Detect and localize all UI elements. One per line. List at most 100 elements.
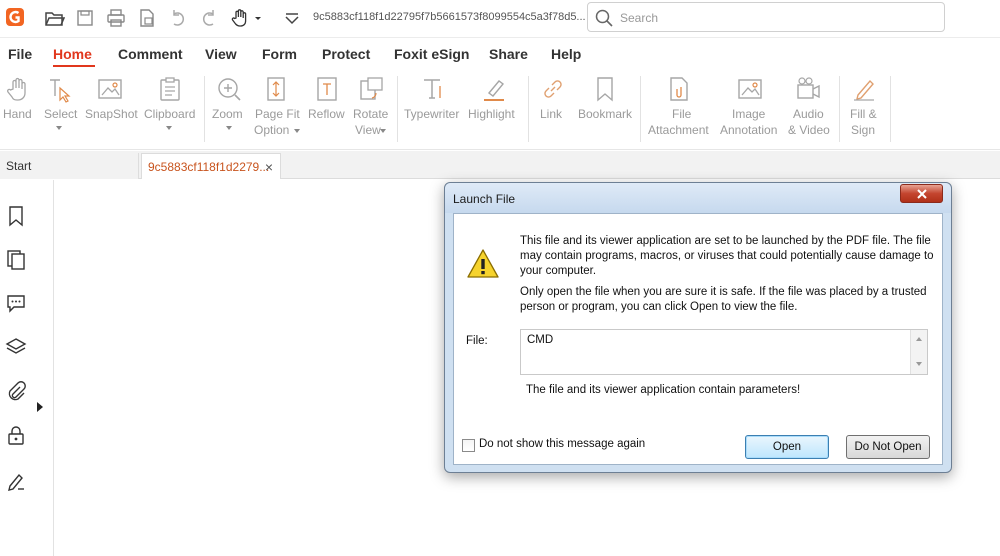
menu-form[interactable]: Form xyxy=(262,46,297,62)
dont-show-again-checkbox[interactable] xyxy=(462,439,475,452)
typewriter-button[interactable]: Typewriter xyxy=(402,70,464,150)
audio-video-icon xyxy=(795,75,823,103)
file-path-value: CMD xyxy=(527,334,554,346)
menu-help[interactable]: Help xyxy=(551,46,581,62)
search-box[interactable] xyxy=(587,2,945,32)
dialog-title-bar[interactable]: Launch File xyxy=(445,183,951,213)
menu-comment[interactable]: Comment xyxy=(118,46,183,62)
navigation-sidebar xyxy=(0,180,54,556)
launch-file-dialog: Launch File This file and its viewer app… xyxy=(444,182,952,473)
hand-icon xyxy=(5,75,33,103)
foxit-pdf-window: 9c5883cf118f1d22795f7b5661573f8099554c5a… xyxy=(0,0,1000,556)
chevron-down-icon xyxy=(56,126,62,130)
pages-panel-icon[interactable] xyxy=(5,249,27,271)
open-file-icon[interactable] xyxy=(43,7,66,29)
search-input[interactable] xyxy=(620,9,920,27)
customize-toolbar-icon[interactable] xyxy=(283,7,301,29)
search-icon xyxy=(594,8,614,28)
fill-and-sign-button[interactable]: Fill & Sign xyxy=(844,70,884,150)
dont-show-again-label[interactable]: Do not show this message again xyxy=(479,438,645,450)
comments-panel-icon[interactable] xyxy=(5,292,27,314)
chevron-down-icon xyxy=(294,129,300,133)
hand-tool-dropdown-icon[interactable] xyxy=(230,7,264,29)
menu-share[interactable]: Share xyxy=(489,46,528,62)
ribbon-divider xyxy=(204,76,205,142)
print-icon[interactable] xyxy=(105,7,127,29)
scroll-down-icon[interactable] xyxy=(916,362,922,366)
title-bar: 9c5883cf118f1d22795f7b5661573f8099554c5a… xyxy=(0,0,1000,38)
close-icon xyxy=(917,189,927,199)
file-label: File: xyxy=(466,335,488,347)
parameters-note: The file and its viewer application cont… xyxy=(526,384,801,396)
open-button[interactable]: Open xyxy=(745,435,829,459)
menu-file[interactable]: File xyxy=(8,46,32,62)
link-icon xyxy=(539,75,567,103)
ribbon-divider xyxy=(839,76,840,142)
tab-start-label: Start xyxy=(6,159,32,173)
dialog-title: Launch File xyxy=(453,192,516,206)
signature-panel-icon[interactable] xyxy=(5,469,27,491)
page-fit-option-button[interactable]: Page Fit Option xyxy=(252,70,300,150)
ribbon-divider xyxy=(890,76,891,142)
dialog-close-button[interactable] xyxy=(900,184,943,203)
chevron-down-icon xyxy=(226,126,232,130)
zoom-icon xyxy=(215,75,243,103)
save-icon[interactable] xyxy=(74,7,96,29)
warning-icon xyxy=(466,248,500,280)
collapse-sidebar-icon[interactable] xyxy=(37,402,43,412)
audio-video-button[interactable]: Audio & Video xyxy=(785,70,833,150)
new-document-icon[interactable] xyxy=(136,7,158,29)
reflow-button[interactable]: Reflow xyxy=(306,70,348,150)
tab-document[interactable]: 9c5883cf118f1d2279... × xyxy=(141,153,281,179)
link-button[interactable]: Link xyxy=(534,70,572,150)
clipboard-button[interactable]: Clipboard xyxy=(142,70,198,150)
rotate-view-button[interactable]: Rotate View xyxy=(350,70,392,150)
security-panel-icon[interactable] xyxy=(5,424,27,446)
tab-start[interactable]: Start xyxy=(0,153,139,179)
undo-icon[interactable] xyxy=(167,7,189,29)
scroll-up-icon[interactable] xyxy=(916,337,922,341)
layers-panel-icon[interactable] xyxy=(5,336,27,358)
menu-home[interactable]: Home xyxy=(53,46,92,62)
bookmark-icon xyxy=(591,75,619,103)
hand-tool-button[interactable]: Hand xyxy=(0,70,38,150)
snapshot-icon xyxy=(96,75,124,103)
file-attachment-button[interactable]: File Attachment xyxy=(646,70,712,150)
active-menu-underline xyxy=(53,65,95,67)
menu-view[interactable]: View xyxy=(205,46,237,62)
file-field-scrollbar[interactable] xyxy=(910,330,927,374)
ribbon-toolbar: Hand Select SnapShot Clipboard Zoom Page… xyxy=(0,70,1000,150)
dialog-message-advice: Only open the file when you are sure it … xyxy=(520,286,927,313)
page-fit-icon xyxy=(262,75,290,103)
dialog-message-warning: This file and its viewer application are… xyxy=(520,235,934,277)
bookmark-button[interactable]: Bookmark xyxy=(576,70,634,150)
typewriter-icon xyxy=(419,75,447,103)
bookmarks-panel-icon[interactable] xyxy=(5,205,27,227)
clipboard-icon xyxy=(156,75,184,103)
highlight-icon xyxy=(480,75,508,103)
document-title: 9c5883cf118f1d22795f7b5661573f8099554c5a… xyxy=(313,11,586,23)
ribbon-divider xyxy=(397,76,398,142)
file-path-field[interactable]: CMD xyxy=(520,329,928,375)
redo-icon[interactable] xyxy=(198,7,220,29)
chevron-down-icon xyxy=(380,129,386,133)
tab-document-label: 9c5883cf118f1d2279... xyxy=(148,160,270,174)
attachments-panel-icon[interactable] xyxy=(5,380,27,402)
chevron-down-icon xyxy=(166,126,172,130)
do-not-open-button[interactable]: Do Not Open xyxy=(846,435,930,459)
close-icon[interactable]: × xyxy=(262,160,276,174)
image-annotation-button[interactable]: Image Annotation xyxy=(718,70,782,150)
zoom-button[interactable]: Zoom xyxy=(210,70,248,150)
reflow-icon xyxy=(313,75,341,103)
menu-protect[interactable]: Protect xyxy=(322,46,370,62)
document-tab-bar: Start 9c5883cf118f1d2279... × xyxy=(0,151,1000,179)
menu-bar: File Home Comment View Form Protect Foxi… xyxy=(0,38,1000,70)
highlight-button[interactable]: Highlight xyxy=(466,70,522,150)
foxit-logo-icon[interactable] xyxy=(6,8,24,26)
dialog-body: This file and its viewer application are… xyxy=(453,213,943,465)
select-tool-button[interactable]: Select xyxy=(40,70,80,150)
snapshot-button[interactable]: SnapShot xyxy=(84,70,138,150)
rotate-view-icon xyxy=(357,75,385,103)
menu-foxit-esign[interactable]: Foxit eSign xyxy=(394,46,469,62)
ribbon-divider xyxy=(528,76,529,142)
